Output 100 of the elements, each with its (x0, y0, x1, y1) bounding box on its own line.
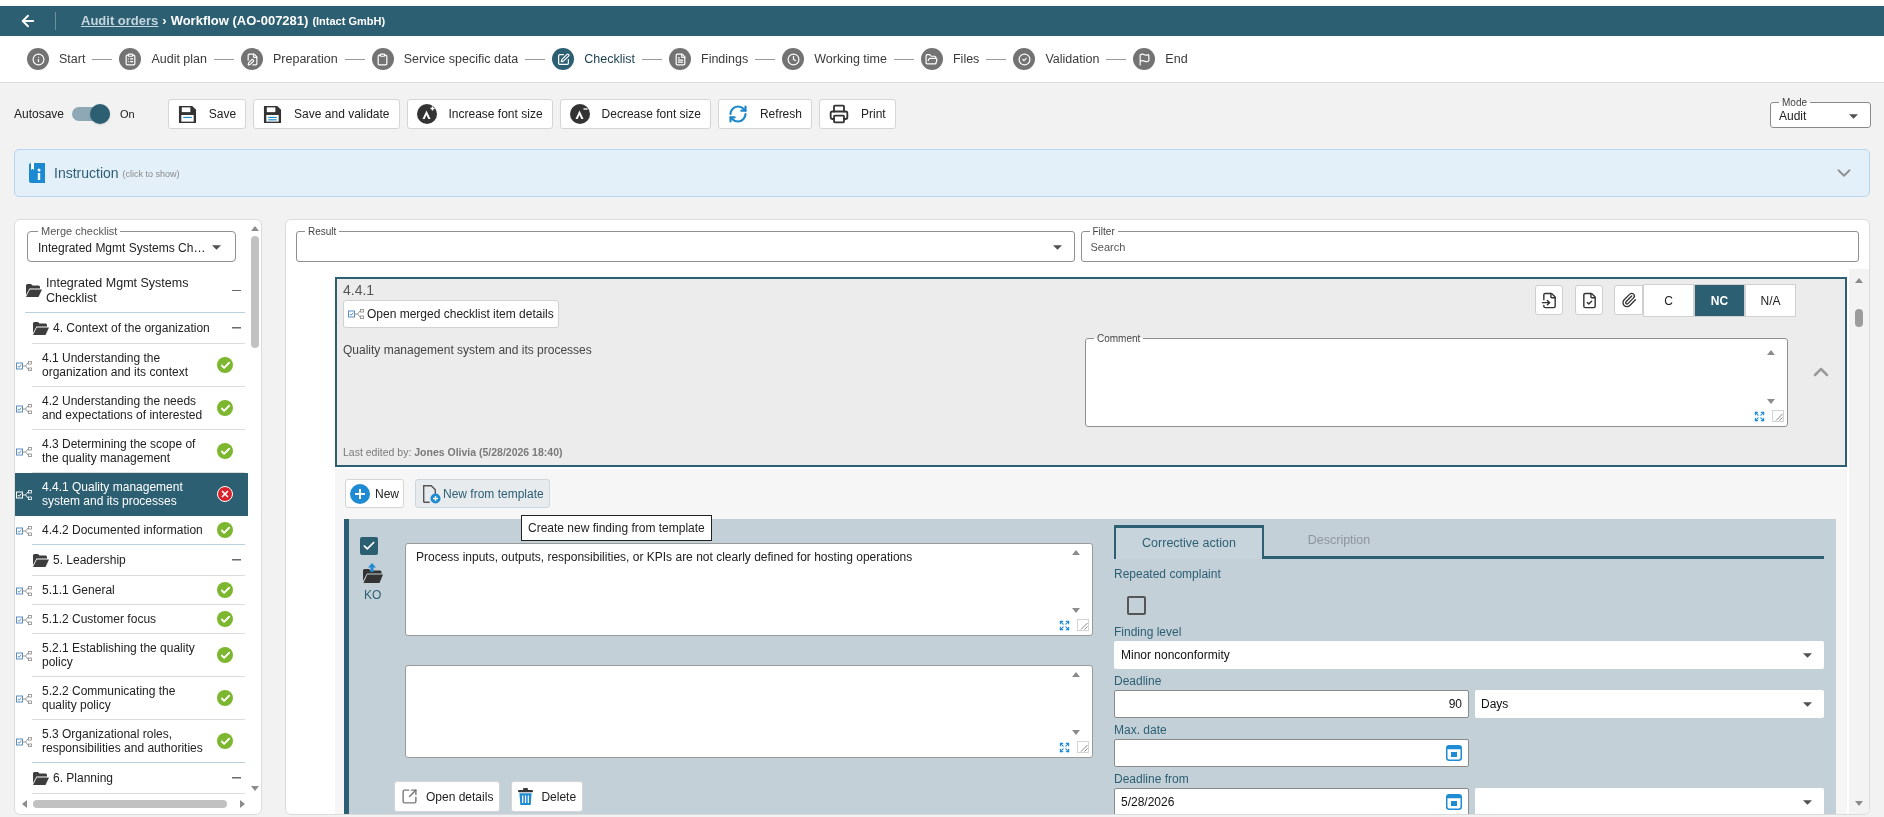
attachment-button[interactable] (1614, 285, 1643, 315)
instruction-panel[interactable]: Instruction (click to show) (14, 149, 1870, 197)
tree-item[interactable]: 4.4.2 Documented information (15, 516, 248, 545)
tree-folder[interactable]: 5. Leadership (32, 545, 245, 576)
finding-add-button[interactable]: New (345, 479, 404, 508)
info-book-icon (29, 163, 45, 183)
finding-action-button[interactable]: Open details (394, 781, 501, 812)
scroll-right-icon[interactable] (240, 800, 245, 808)
export-button[interactable] (1535, 285, 1563, 315)
workflow-step[interactable]: Validation (1013, 48, 1100, 70)
scroll-down-icon[interactable] (251, 786, 259, 791)
calendar-icon[interactable] (1446, 794, 1462, 810)
max-date-input[interactable] (1114, 739, 1469, 767)
result-select[interactable]: Result (296, 226, 1075, 262)
toolbar-button[interactable]: Save (167, 99, 247, 129)
workflow-step[interactable]: Files (920, 48, 980, 70)
scroll-left-icon[interactable] (22, 800, 27, 808)
finding-checkbox[interactable] (360, 537, 378, 555)
minus-icon[interactable] (232, 559, 241, 561)
breadcrumb-link[interactable]: Audit orders (81, 11, 159, 31)
toolbar-button[interactable]: Save and validate (253, 99, 400, 129)
refresh-icon (727, 104, 748, 124)
toolbar-button[interactable]: Decrease font size (559, 99, 711, 129)
deadline-from-input[interactable]: 5/28/2026 (1114, 788, 1469, 814)
expand-icon[interactable] (1059, 742, 1070, 753)
checklist-node-icon (16, 585, 32, 596)
toolbar-button[interactable]: Refresh (717, 99, 812, 129)
resize-handle-icon[interactable] (1077, 619, 1089, 631)
workflow-step[interactable]: Findings (669, 48, 749, 70)
toolbar-button[interactable]: Increase font size (406, 99, 553, 129)
finding-level-select[interactable]: Minor nonconformity (1114, 641, 1824, 669)
mode-select[interactable]: Mode Audit (1770, 96, 1871, 128)
filter-field[interactable]: Filter Search (1080, 226, 1859, 262)
file-plus-icon (421, 483, 441, 504)
scroll-up-icon[interactable] (1767, 350, 1775, 355)
rating-option[interactable]: C (1643, 284, 1694, 317)
scrollbar-thumb[interactable] (251, 236, 259, 348)
scroll-up-icon[interactable] (1072, 550, 1080, 555)
tree-item[interactable]: 4.1 Understanding the organization and its context (15, 344, 248, 387)
minus-icon[interactable] (232, 327, 241, 329)
rating-option[interactable]: NC (1694, 284, 1745, 317)
scroll-down-icon[interactable] (1072, 608, 1080, 613)
finding-action-button[interactable]: Delete (511, 781, 584, 812)
merge-checklist-select[interactable]: Merge checklist Integrated Mgmt Systems Ch… (27, 226, 236, 262)
tree-item[interactable]: 4.4.1 Quality management system and its processes (15, 473, 248, 516)
tree-item[interactable]: 5.2.2 Communicating the quality policy (15, 677, 248, 720)
toolbar-button[interactable]: Print (819, 99, 896, 129)
scroll-down-icon[interactable] (1855, 801, 1863, 806)
workflow-step[interactable]: Start (27, 48, 86, 70)
expand-icon[interactable] (1059, 620, 1070, 631)
tree-folder[interactable]: 4. Context of the organization (32, 313, 245, 344)
tree-folder[interactable]: 6. Planning (32, 763, 245, 794)
comment-field[interactable]: Comment (1085, 333, 1788, 427)
scroll-down-icon[interactable] (1072, 730, 1080, 735)
finding-add-button[interactable]: New from template (415, 479, 550, 508)
deadline-unit-select[interactable]: Days (1475, 690, 1824, 718)
checklist-node-icon (16, 693, 32, 704)
calendar-icon[interactable] (1446, 745, 1462, 761)
finding-note-field[interactable] (405, 665, 1093, 758)
finding-text-field[interactable]: Process inputs, outputs, responsibilities, or KPIs are not clearly defined for hosting operations (405, 543, 1093, 636)
resize-handle-icon[interactable] (1772, 410, 1784, 422)
scrollbar-thumb[interactable] (1855, 309, 1863, 327)
tree-item[interactable]: 5.2.1 Establishing the quality policy (15, 634, 248, 677)
scroll-down-icon[interactable] (1767, 399, 1775, 404)
expand-icon[interactable] (1754, 411, 1765, 422)
external-link-icon (401, 788, 418, 805)
checklist-node-icon (16, 446, 32, 457)
scroll-up-icon[interactable] (1855, 278, 1863, 283)
tree-item[interactable]: 5.1.2 Customer focus (15, 605, 248, 634)
scroll-up-icon[interactable] (251, 226, 259, 231)
tree-item[interactable]: 5.3 Organizational roles, responsibilities and authorities (15, 720, 248, 763)
repeated-complaint-checkbox[interactable] (1127, 596, 1146, 615)
tooltip: Create new finding from template (521, 515, 712, 541)
report-button[interactable] (1575, 285, 1603, 315)
open-merged-details-button[interactable]: Open merged checklist item details (343, 300, 559, 328)
workflow-step[interactable]: Service specific data (371, 48, 519, 70)
deadline-input[interactable]: 90 (1114, 690, 1469, 718)
minus-icon[interactable] (232, 289, 241, 292)
scrollbar-thumb[interactable] (33, 800, 227, 808)
tree-folder[interactable]: Integrated Mgmt Systems Checklist (25, 269, 245, 313)
resize-handle-icon[interactable] (1077, 741, 1089, 753)
autosave-label: Autosave (14, 106, 65, 123)
tree-item[interactable]: 4.2 Understanding the needs and expectations of interested (15, 387, 248, 430)
workflow-step[interactable]: End (1133, 48, 1188, 70)
last-edited-text: Last edited by: Jones Olivia (5/28/2026 18:40) (343, 445, 563, 461)
tab[interactable]: Corrective action (1114, 525, 1264, 559)
folder-icon (33, 321, 49, 335)
document-icon (669, 48, 691, 70)
tree-item[interactable]: 5.1.1 General (15, 576, 248, 605)
printer-icon (829, 104, 849, 124)
workflow-step[interactable]: Preparation (241, 48, 338, 70)
clock-icon (782, 48, 805, 70)
minus-icon[interactable] (232, 777, 241, 779)
workflow-step[interactable]: Checklist (552, 48, 635, 70)
scroll-up-icon[interactable] (1072, 672, 1080, 677)
workflow-step[interactable]: Working time (782, 48, 887, 70)
rating-option[interactable]: N/A (1745, 284, 1796, 317)
autosave-toggle[interactable] (72, 104, 111, 124)
workflow-step[interactable]: Audit plan (119, 48, 207, 70)
save-icon (177, 104, 197, 124)
